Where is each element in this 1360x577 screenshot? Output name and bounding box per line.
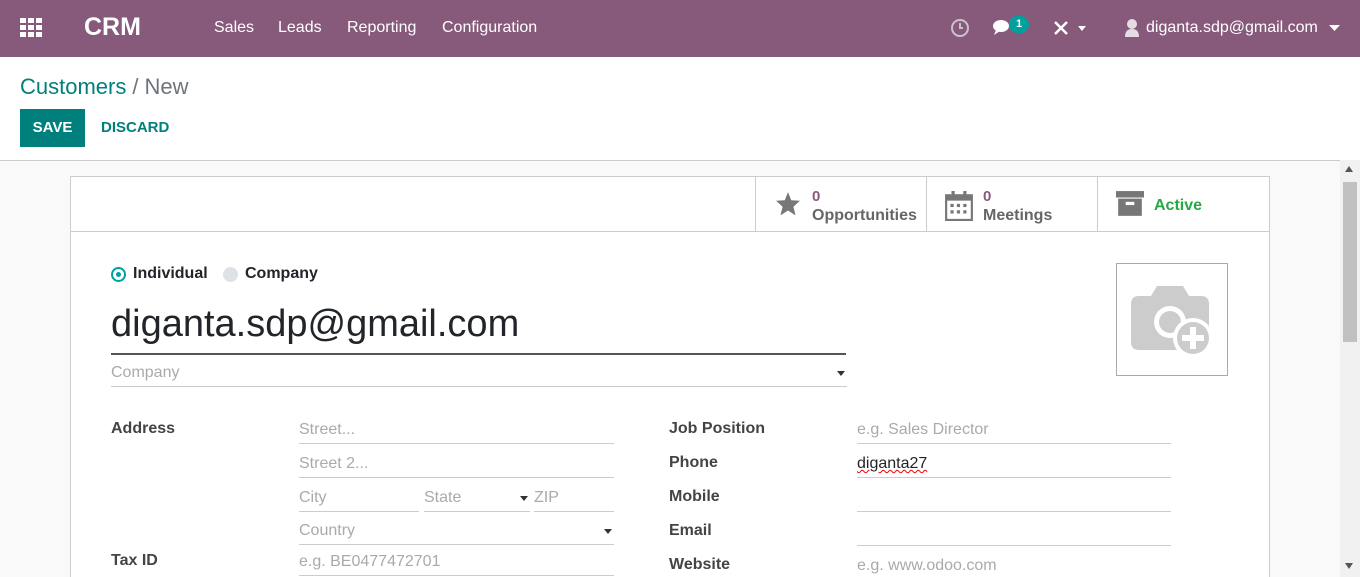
meetings-count: 0 — [983, 188, 992, 205]
scroll-up-arrow-icon[interactable] — [1345, 166, 1353, 172]
opportunities-count: 0 — [812, 188, 821, 205]
user-menu-caret-icon[interactable] — [1329, 25, 1340, 32]
tax-id-placeholder: e.g. BE0477472701 — [299, 553, 441, 570]
menu-sales[interactable]: Sales — [214, 19, 254, 37]
address-label: Address — [111, 420, 176, 437]
website-input[interactable]: e.g. www.odoo.com — [857, 553, 1171, 577]
country-dropdown-caret-icon[interactable] — [604, 529, 612, 534]
mobile-input[interactable] — [857, 485, 1171, 512]
opportunities-button[interactable]: 0 Opportunities — [755, 177, 926, 231]
scroll-down-arrow-icon[interactable] — [1345, 563, 1353, 569]
state-placeholder: State — [424, 489, 462, 506]
website-placeholder: e.g. www.odoo.com — [857, 557, 997, 574]
country-placeholder: Country — [299, 522, 356, 539]
mobile-label: Mobile — [669, 488, 720, 505]
vertical-scrollbar[interactable] — [1340, 160, 1360, 577]
meetings-button[interactable]: 0 Meetings — [926, 177, 1097, 231]
smart-button-box: 0 Opportunities 0 Meetings Active — [71, 177, 1269, 232]
job-position-label: Job Position — [669, 420, 765, 437]
company-dropdown-caret-icon[interactable] — [837, 371, 845, 376]
company-label[interactable]: Company — [245, 265, 318, 283]
meetings-label: Meetings — [983, 207, 1053, 224]
breadcrumb-separator: / — [132, 74, 139, 99]
state-select[interactable]: State — [424, 485, 530, 512]
street2-input[interactable]: Street 2... — [299, 451, 614, 478]
top-navbar: CRM Sales Leads Reporting Configuration … — [0, 0, 1360, 57]
activity-clock-icon[interactable] — [950, 18, 970, 38]
menu-reporting[interactable]: Reporting — [347, 19, 416, 37]
phone-value: diganta27 — [857, 455, 928, 472]
image-upload[interactable] — [1116, 263, 1228, 376]
website-label: Website — [669, 556, 731, 573]
phone-input[interactable]: diganta27 — [857, 451, 1171, 478]
breadcrumb-customers[interactable]: Customers — [20, 74, 126, 99]
menu-configuration[interactable]: Configuration — [442, 19, 537, 37]
debug-tools-icon[interactable] — [1053, 20, 1089, 38]
tax-id-label: Tax ID — [111, 552, 158, 569]
individual-radio[interactable] — [111, 267, 126, 282]
email-input[interactable] — [857, 519, 1171, 546]
archive-icon — [1116, 191, 1144, 216]
calendar-icon — [945, 191, 973, 221]
country-select[interactable]: Country — [299, 518, 614, 545]
city-input[interactable]: City — [299, 485, 419, 512]
messages-badge: 1 — [1009, 16, 1029, 33]
street2-placeholder: Street 2... — [299, 455, 369, 472]
save-button[interactable]: SAVE — [20, 109, 85, 147]
breadcrumb: Customers / New — [20, 74, 189, 100]
phone-label: Phone — [669, 454, 718, 471]
street-placeholder: Street... — [299, 421, 356, 438]
job-position-input[interactable]: e.g. Sales Director — [857, 417, 1171, 444]
app-brand: CRM — [84, 13, 141, 41]
breadcrumb-current: New — [144, 74, 189, 99]
user-menu[interactable]: diganta.sdp@gmail.com — [1146, 19, 1318, 37]
form-sheet: 0 Opportunities 0 Meetings Active Indivi… — [70, 176, 1270, 577]
zip-input[interactable]: ZIP — [534, 485, 614, 512]
active-label: Active — [1154, 197, 1203, 214]
tax-id-input[interactable]: e.g. BE0477472701 — [299, 549, 614, 576]
company-radio[interactable] — [223, 267, 238, 282]
name-input[interactable]: diganta.sdp@gmail.com — [111, 297, 846, 355]
menu-leads[interactable]: Leads — [278, 19, 322, 37]
star-icon — [776, 192, 800, 216]
discard-button[interactable]: DISCARD — [101, 119, 169, 136]
active-toggle-button[interactable]: Active — [1097, 177, 1269, 231]
zip-placeholder: ZIP — [534, 489, 559, 506]
company-select[interactable]: Company — [111, 360, 847, 387]
opportunities-label: Opportunities — [812, 207, 917, 224]
job-position-placeholder: e.g. Sales Director — [857, 421, 989, 438]
apps-grid-icon[interactable] — [20, 18, 42, 38]
scroll-thumb[interactable] — [1343, 182, 1357, 342]
email-label: Email — [669, 522, 712, 539]
camera-add-icon — [1131, 286, 1213, 358]
city-placeholder: City — [299, 489, 327, 506]
state-dropdown-caret-icon[interactable] — [520, 496, 528, 501]
user-avatar-icon[interactable] — [1124, 18, 1140, 38]
company-placeholder: Company — [111, 364, 180, 381]
individual-label[interactable]: Individual — [133, 265, 208, 283]
street-input[interactable]: Street... — [299, 417, 614, 444]
